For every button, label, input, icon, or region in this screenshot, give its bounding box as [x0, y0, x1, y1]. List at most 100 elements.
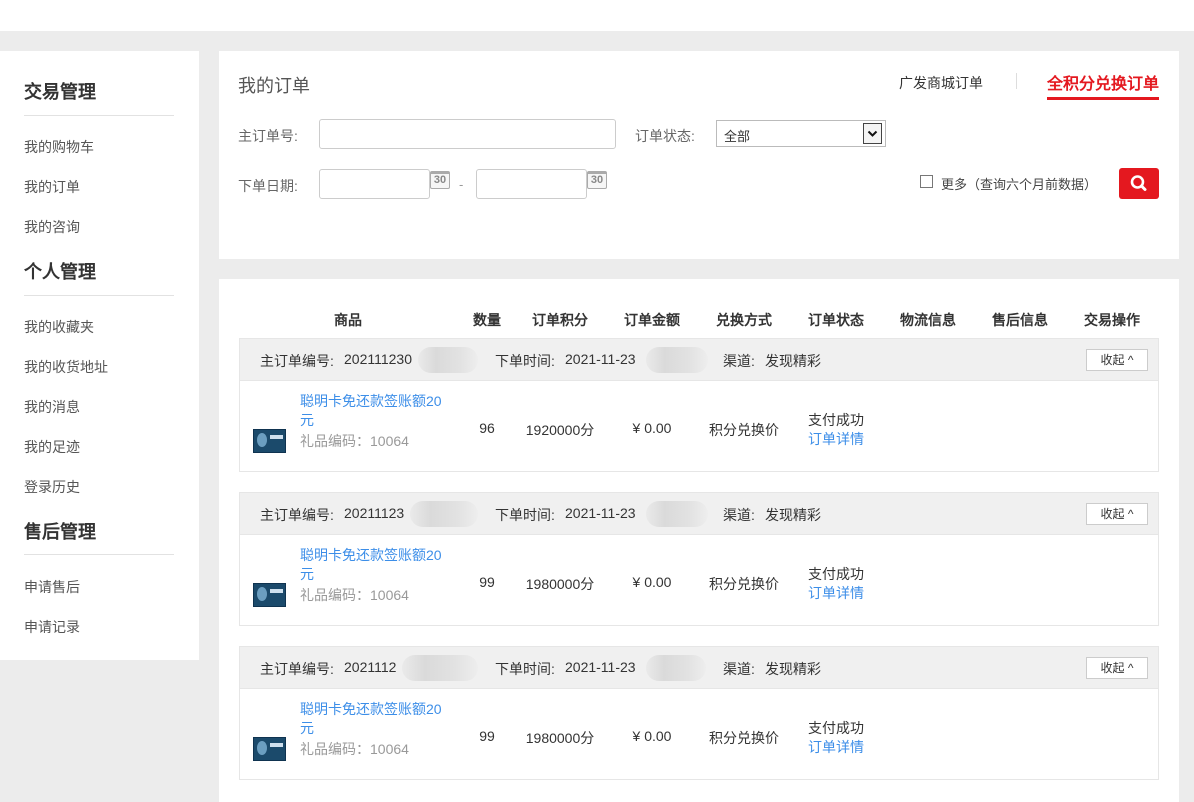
- order-status: 支付成功: [808, 720, 864, 736]
- quantity: 99: [479, 574, 495, 590]
- order-detail-link[interactable]: 订单详情: [808, 737, 864, 757]
- date-range-dash: -: [459, 177, 464, 192]
- sidebar-item-login-history[interactable]: 登录历史: [24, 477, 80, 497]
- order-header: 主订单编号: 20211123 下单时间: 2021-11-23 渠道: 发现精…: [240, 493, 1158, 535]
- order-card: 主订单编号: 202111230 下单时间: 2021-11-23 渠道: 发现…: [239, 338, 1159, 472]
- order-detail-link[interactable]: 订单详情: [808, 429, 864, 449]
- order-status: 支付成功: [808, 412, 864, 428]
- order-no: 2021112: [344, 659, 397, 675]
- order-time-label: 下单时间:: [495, 353, 555, 369]
- orders-panel: 商品 数量 订单积分 订单金额 兑换方式 订单状态 物流信息 售后信息 交易操作…: [219, 279, 1179, 802]
- search-button[interactable]: [1119, 168, 1159, 199]
- product-name-link[interactable]: 聪明卡免还款签账额20元: [300, 392, 450, 430]
- order-no: 20211123: [344, 505, 405, 521]
- channel-value: 发现精彩: [765, 661, 821, 677]
- order-card: 主订单编号: 20211123 下单时间: 2021-11-23 渠道: 发现精…: [239, 492, 1159, 626]
- sidebar: 交易管理 我的购物车 我的订单 我的咨询 个人管理 我的收藏夹 我的收货地址 我…: [0, 51, 199, 660]
- sidebar-item-consult[interactable]: 我的咨询: [24, 217, 80, 237]
- order-points: 1980000分: [525, 576, 595, 592]
- redacted-mask: [418, 347, 478, 373]
- order-amount: ¥ 0.00: [632, 728, 672, 744]
- section-title-aftersale: 售后管理: [24, 522, 96, 542]
- product-name-link[interactable]: 聪明卡免还款签账额20元: [300, 546, 450, 584]
- more-checkbox[interactable]: [920, 175, 933, 188]
- date-from-input[interactable]: [319, 169, 430, 199]
- sidebar-item-orders[interactable]: 我的订单: [24, 177, 80, 197]
- quantity: 99: [479, 728, 495, 744]
- collapse-button[interactable]: 收起 ^: [1086, 657, 1148, 679]
- calendar-icon[interactable]: 30: [587, 171, 607, 189]
- redacted-mask: [410, 501, 478, 527]
- channel-label: 渠道:: [723, 353, 755, 369]
- order-no-label: 主订单编号:: [260, 661, 334, 677]
- order-no: 202111230: [344, 351, 412, 367]
- divider: [24, 295, 174, 296]
- redacted-mask: [646, 501, 708, 527]
- order-amount: ¥ 0.00: [632, 420, 672, 436]
- order-status-select[interactable]: 全部: [716, 120, 886, 147]
- filter-panel: 我的订单 广发商城订单 全积分兑换订单 主订单号: 订单状态: 全部 下单日期:…: [219, 51, 1179, 259]
- column-header-amount: 订单金额: [624, 312, 680, 328]
- date-to-input[interactable]: [476, 169, 587, 199]
- order-header: 主订单编号: 202111230 下单时间: 2021-11-23 渠道: 发现…: [240, 339, 1158, 381]
- divider: [24, 554, 174, 555]
- column-header-quantity: 数量: [473, 312, 501, 328]
- redacted-mask: [402, 655, 478, 681]
- sidebar-item-favorites[interactable]: 我的收藏夹: [24, 317, 94, 337]
- quantity: 96: [479, 420, 495, 436]
- column-header-status: 订单状态: [808, 312, 864, 328]
- channel-value: 发现精彩: [765, 507, 821, 523]
- order-status-value: 全部: [724, 129, 751, 144]
- sidebar-item-messages[interactable]: 我的消息: [24, 397, 80, 417]
- section-title-trade: 交易管理: [24, 82, 96, 102]
- order-no-label: 主订单编号:: [260, 353, 334, 369]
- redacted-mask: [646, 347, 708, 373]
- channel-label: 渠道:: [723, 507, 755, 523]
- order-card: 主订单编号: 2021112 下单时间: 2021-11-23 渠道: 发现精彩…: [239, 646, 1159, 780]
- page-title: 我的订单: [238, 76, 310, 96]
- gift-code: 礼品编码：10064: [300, 433, 409, 449]
- order-time: 2021-11-23: [565, 659, 636, 675]
- tab-points-orders[interactable]: 全积分兑换订单: [1047, 70, 1160, 100]
- sidebar-item-apply-records[interactable]: 申请记录: [24, 617, 80, 637]
- order-no-label: 主订单编号:: [260, 507, 334, 523]
- product-thumbnail[interactable]: [253, 583, 286, 607]
- calendar-icon[interactable]: 30: [430, 171, 450, 189]
- order-date-label: 下单日期:: [238, 178, 298, 194]
- order-status-label: 订单状态:: [635, 128, 695, 144]
- exchange-method: 积分兑换价: [709, 422, 779, 438]
- top-bar: [0, 0, 1194, 31]
- collapse-button[interactable]: 收起 ^: [1086, 349, 1148, 371]
- sidebar-item-address[interactable]: 我的收货地址: [24, 357, 108, 377]
- order-time-label: 下单时间:: [495, 507, 555, 523]
- section-title-personal: 个人管理: [24, 262, 96, 282]
- order-time: 2021-11-23: [565, 351, 636, 367]
- column-header-actions: 交易操作: [1084, 312, 1140, 328]
- redacted-mask: [646, 655, 706, 681]
- column-header-exchange: 兑换方式: [716, 312, 772, 328]
- sidebar-item-cart[interactable]: 我的购物车: [24, 137, 94, 157]
- order-points: 1920000分: [525, 422, 595, 438]
- chevron-down-icon[interactable]: [863, 123, 882, 144]
- column-header-aftersale: 售后信息: [992, 312, 1048, 328]
- channel-label: 渠道:: [723, 661, 755, 677]
- product-name-link[interactable]: 聪明卡免还款签账额20元: [300, 700, 450, 738]
- tab-guangfa-orders[interactable]: 广发商城订单: [899, 73, 983, 93]
- sidebar-item-footprint[interactable]: 我的足迹: [24, 437, 80, 457]
- search-icon: [1130, 175, 1147, 191]
- exchange-method: 积分兑换价: [709, 730, 779, 746]
- order-points: 1980000分: [525, 730, 595, 746]
- more-label: 更多（查询六个月前数据）: [941, 177, 1098, 192]
- column-header-points: 订单积分: [532, 312, 588, 328]
- product-thumbnail[interactable]: [253, 429, 286, 453]
- order-amount: ¥ 0.00: [632, 574, 672, 590]
- gift-code: 礼品编码：10064: [300, 587, 409, 603]
- order-time: 2021-11-23: [565, 505, 636, 521]
- order-status: 支付成功: [808, 566, 864, 582]
- sidebar-item-apply-aftersale[interactable]: 申请售后: [24, 577, 80, 597]
- collapse-button[interactable]: 收起 ^: [1086, 503, 1148, 525]
- order-detail-link[interactable]: 订单详情: [808, 583, 864, 603]
- tab-divider: [1016, 73, 1017, 89]
- order-no-input[interactable]: [319, 119, 616, 149]
- product-thumbnail[interactable]: [253, 737, 286, 761]
